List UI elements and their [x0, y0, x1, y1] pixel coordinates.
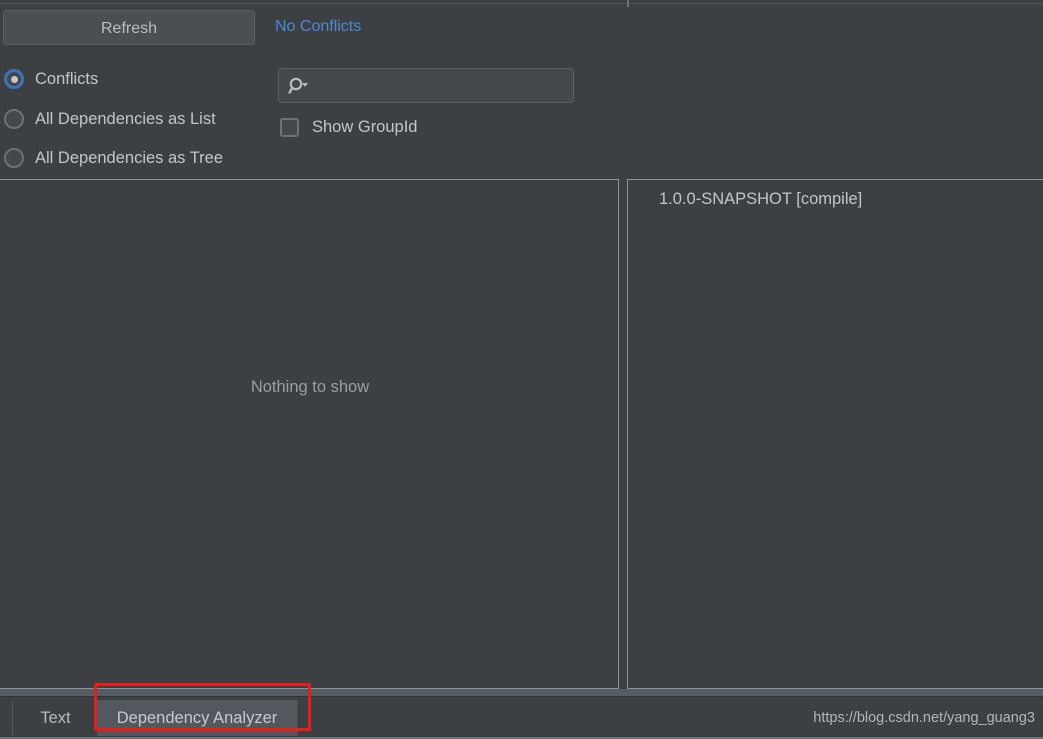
- show-groupid-label: Show GroupId: [312, 118, 418, 136]
- tab-text[interactable]: Text: [18, 700, 93, 736]
- radio-label-conflicts: Conflicts: [35, 69, 99, 88]
- tab-separator: [12, 701, 13, 735]
- radio-indicator-selected: [4, 69, 24, 89]
- list-item[interactable]: 1.0.0-SNAPSHOT [compile]: [659, 190, 862, 209]
- search-input[interactable]: [315, 69, 571, 104]
- analyzer-panels: Nothing to show 1.0.0-SNAPSHOT [compile]: [0, 179, 1043, 689]
- refresh-button[interactable]: Refresh: [3, 10, 255, 45]
- radio-option-all-dependencies-as-list[interactable]: All Dependencies as List: [4, 109, 216, 129]
- radio-label-all-dependencies-as-tree: All Dependencies as Tree: [35, 148, 224, 167]
- dependency-analyzer-toolbar: Refresh No Conflicts Conflicts All Depen…: [0, 7, 1043, 175]
- radio-indicator-unselected: [4, 148, 24, 168]
- radio-indicator-unselected: [4, 109, 24, 129]
- splitter-handle[interactable]: [627, 0, 629, 7]
- editor-tab-bar: Text Dependency Analyzer https://blog.cs…: [0, 697, 1043, 739]
- radio-option-conflicts[interactable]: Conflicts: [4, 69, 98, 89]
- panel-divider[interactable]: [0, 689, 1043, 697]
- radio-label-all-dependencies-as-list: All Dependencies as List: [35, 109, 216, 128]
- search-icon[interactable]: [288, 76, 310, 96]
- empty-state-message: Nothing to show: [250, 378, 370, 396]
- bottom-bar: Text Dependency Analyzer https://blog.cs…: [0, 689, 1043, 739]
- checkbox-indicator-unchecked: [280, 118, 299, 137]
- splitter-rule: [0, 3, 1043, 4]
- dependency-usages-panel[interactable]: 1.0.0-SNAPSHOT [compile]: [627, 179, 1043, 689]
- top-splitter[interactable]: [0, 0, 1043, 7]
- show-groupid-checkbox[interactable]: Show GroupId: [280, 118, 417, 137]
- conflicts-status-label: No Conflicts: [275, 18, 362, 35]
- search-field[interactable]: [278, 68, 574, 104]
- watermark-text: https://blog.csdn.net/yang_guang3: [813, 710, 1035, 726]
- tab-dependency-analyzer[interactable]: Dependency Analyzer: [97, 700, 297, 736]
- tab-separator: [297, 701, 298, 735]
- dependency-list-panel[interactable]: Nothing to show: [0, 179, 619, 689]
- radio-option-all-dependencies-as-tree[interactable]: All Dependencies as Tree: [4, 148, 223, 168]
- tab-dependency-analyzer-label: Dependency Analyzer: [116, 709, 278, 727]
- tab-text-label: Text: [40, 709, 71, 727]
